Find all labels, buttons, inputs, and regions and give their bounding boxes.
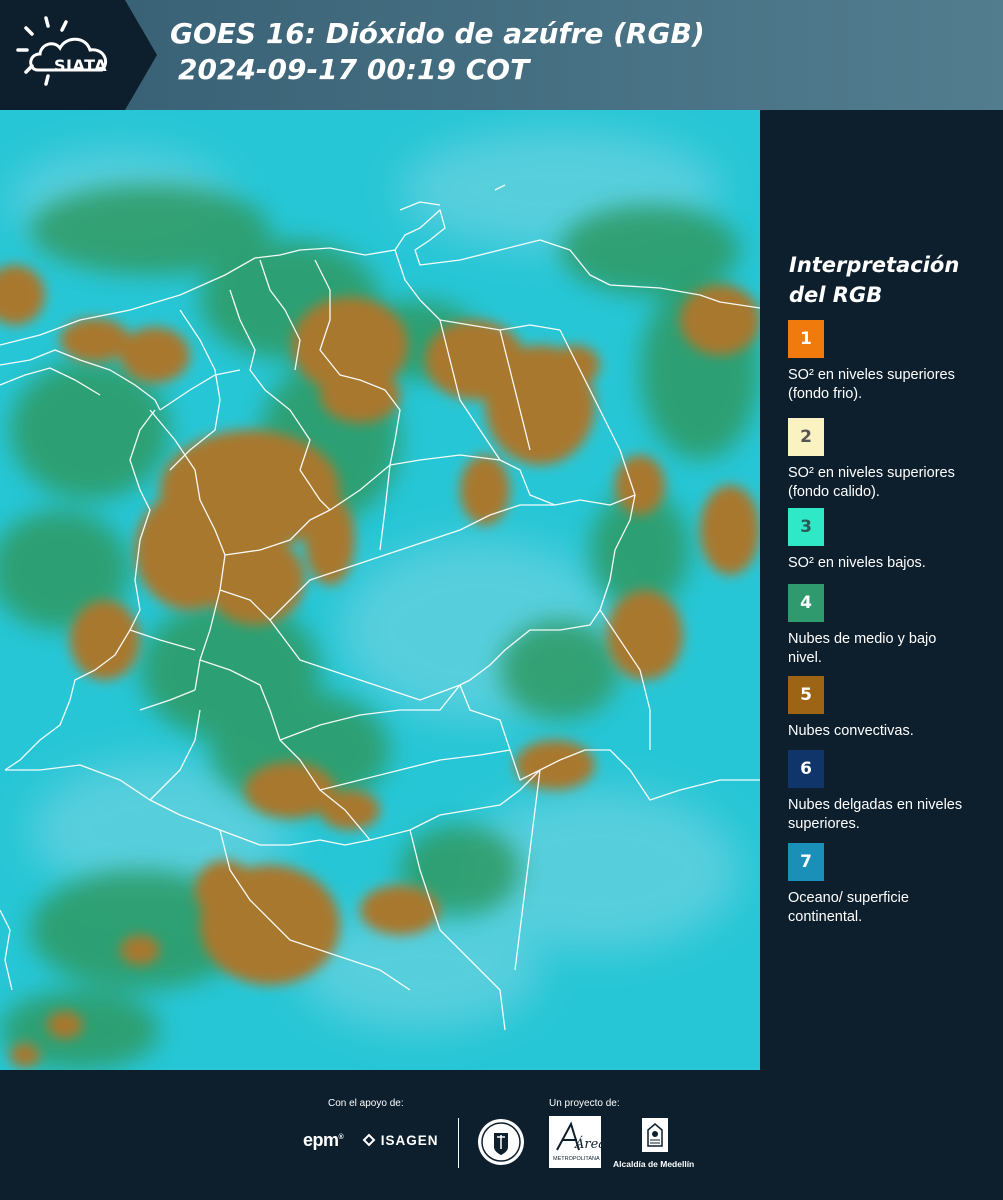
area-metropolitana-logo: Área METROPOLITANA bbox=[549, 1116, 606, 1168]
legend-swatch-7: 7 bbox=[788, 843, 824, 881]
legend-label-3: SO² en niveles bajos. bbox=[788, 555, 926, 571]
legend-label-6: Nubes delgadas en niveles superiores. bbox=[788, 797, 963, 832]
legend-swatch-6: 6 bbox=[788, 750, 824, 788]
legend-swatch-5: 5 bbox=[788, 676, 824, 714]
isagen-icon bbox=[362, 1133, 376, 1147]
legend-panel: Interpretación del RGB 1 SO² en niveles … bbox=[760, 110, 1003, 1070]
support-label: Con el apoyo de: bbox=[328, 1098, 404, 1109]
page-title: GOES 16: Dióxido de azúfre (RGB) 2024-09… bbox=[170, 16, 705, 88]
alcaldia-text: Alcaldía de Medellín bbox=[613, 1159, 695, 1169]
legend-swatch-4: 4 bbox=[788, 584, 824, 622]
legend-item-4: 4 Nubes de medio y bajo nivel. bbox=[788, 584, 998, 668]
legend-swatch-2: 2 bbox=[788, 418, 824, 456]
epm-logo: epm® bbox=[303, 1130, 344, 1150]
metro-logo-text: Área bbox=[574, 1136, 601, 1152]
legend-label-2: SO² en niveles superiores (fondo calido)… bbox=[788, 465, 955, 500]
legend-item-7: 7 Oceano/ superficie continental. bbox=[788, 843, 998, 927]
legend-label-5: Nubes convectivas. bbox=[788, 723, 914, 739]
legend-item-5: 5 Nubes convectivas. bbox=[788, 676, 998, 741]
medellin-seal-icon bbox=[476, 1117, 526, 1167]
title-line-2: 2024-09-17 00:19 COT bbox=[178, 53, 530, 86]
satellite-image bbox=[0, 110, 760, 1070]
legend-label-1: SO² en niveles superiores (fondo frio). bbox=[788, 367, 955, 402]
isagen-logo: ISAGEN bbox=[362, 1133, 439, 1148]
legend-swatch-3: 3 bbox=[788, 508, 824, 546]
siata-logo: SIATA bbox=[14, 12, 126, 98]
legend-swatch-1: 1 bbox=[788, 320, 824, 358]
legend-label-7: Oceano/ superficie continental. bbox=[788, 890, 909, 925]
header-chevron bbox=[125, 0, 157, 110]
legend-item-6: 6 Nubes delgadas en niveles superiores. bbox=[788, 750, 998, 834]
alcaldia-icon bbox=[640, 1116, 670, 1154]
legend-title: Interpretación del RGB bbox=[789, 253, 960, 307]
legend-item-3: 3 SO² en niveles bajos. bbox=[788, 508, 998, 573]
project-label: Un proyecto de: bbox=[549, 1098, 620, 1109]
logo-text: SIATA bbox=[54, 56, 108, 75]
footer: Con el apoyo de: Un proyecto de: epm® IS… bbox=[0, 1070, 1003, 1200]
legend-item-2: 2 SO² en niveles superiores (fondo calid… bbox=[788, 418, 998, 502]
metro-logo-subtext: METROPOLITANA bbox=[553, 1156, 600, 1162]
legend-item-1: 1 SO² en niveles superiores (fondo frio)… bbox=[788, 320, 998, 404]
legend-label-4: Nubes de medio y bajo nivel. bbox=[788, 631, 937, 666]
footer-divider bbox=[458, 1118, 459, 1168]
satellite-map bbox=[0, 110, 760, 1070]
title-line-1: GOES 16: Dióxido de azúfre (RGB) bbox=[170, 17, 705, 50]
header: SIATA GOES 16: Dióxido de azúfre (RGB) 2… bbox=[0, 0, 1003, 110]
